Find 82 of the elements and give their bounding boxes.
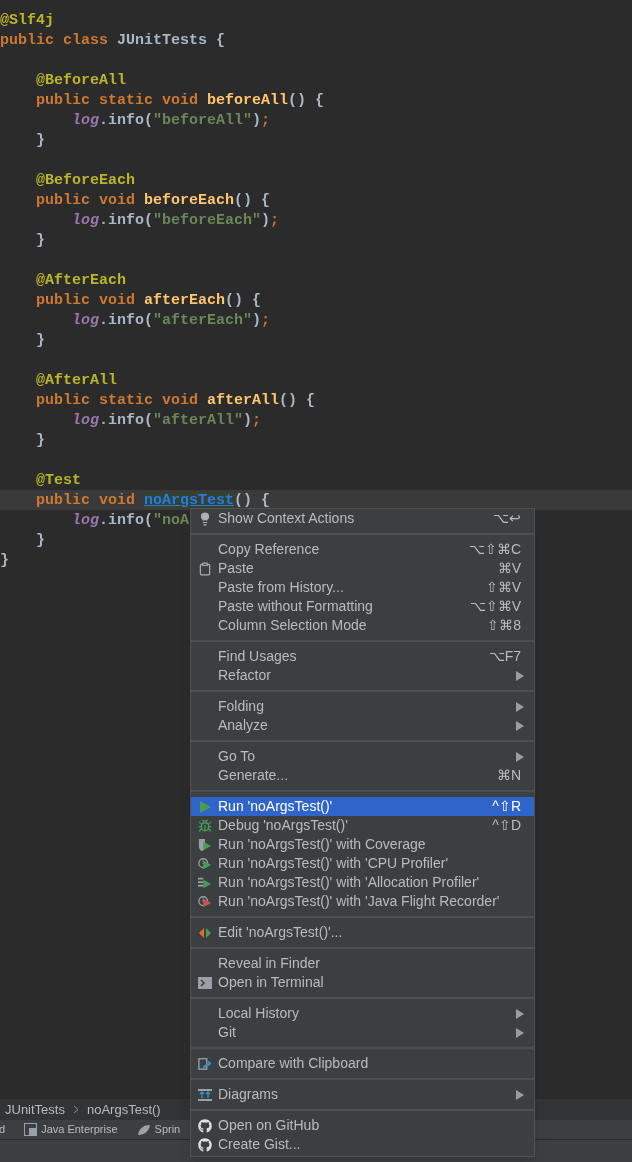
menu-item[interactable]: Folding (191, 697, 534, 716)
code-line: } (35, 533, 45, 547)
code-line: public static void afterAll() { (35, 393, 316, 407)
menu-item[interactable]: Open on GitHub (191, 1116, 534, 1135)
code-line: log.info("afterAll"); (71, 413, 262, 427)
menu-item[interactable]: Compare with Clipboard (191, 1054, 534, 1073)
diagram-icon (198, 1087, 212, 1102)
menu-item[interactable]: Show Context Actions ⌥↩ (191, 509, 534, 528)
code-line: } (0, 553, 9, 567)
menu-item[interactable]: Git (191, 1023, 534, 1042)
menu-item[interactable]: Generate... ⌘N (191, 766, 534, 785)
code-line: @Slf4j (0, 13, 54, 27)
code-line: log.info("noA (71, 513, 190, 527)
menu-item[interactable]: Go To (191, 747, 534, 766)
terminal-icon (198, 975, 212, 990)
menu-item[interactable]: Paste ⌘V (191, 559, 534, 578)
menu-item[interactable]: Create Gist... (191, 1135, 534, 1154)
shortcut-label: ⌥F7 (488, 647, 521, 666)
clipboard-icon (198, 561, 212, 576)
menu-item[interactable]: Find Usages ⌥F7 (191, 647, 534, 666)
menu-item[interactable]: Column Selection Mode ⇧⌘8 (191, 616, 534, 635)
code-line: public class JUnitTests { (0, 33, 226, 47)
play-icon (198, 799, 212, 814)
menu-item[interactable]: Run 'noArgsTest()' with 'Allocation Profiler' (191, 873, 534, 892)
menu-item[interactable]: Refactor (191, 666, 534, 685)
shield-play-icon (198, 837, 212, 852)
menu-item[interactable]: Open in Terminal (191, 973, 534, 992)
menu-item[interactable]: Run 'noArgsTest()' with Coverage (191, 835, 534, 854)
shortcut-label: ⌥⇧⌘C (468, 540, 521, 559)
tool-window-tab[interactable]: d (0, 1121, 6, 1138)
code-line: @BeforeEach (35, 173, 136, 187)
code-line: @AfterEach (35, 273, 127, 287)
shortcut-label: ⌘V (497, 559, 521, 578)
shortcut-label: ⌘N (496, 766, 521, 785)
clock-play-icon (198, 894, 212, 909)
shortcut-label: ^⇧R (492, 797, 521, 816)
menu-item[interactable]: Debug 'noArgsTest()' ^⇧D (191, 816, 534, 835)
bars-play-icon (198, 875, 212, 890)
menu-item[interactable]: Reveal in Finder (191, 954, 534, 973)
menu-item[interactable]: Paste without Formatting ⌥⇧⌘V (191, 597, 534, 616)
code-line: } (35, 433, 45, 447)
code-line: public void beforeEach() { (35, 193, 271, 207)
bug-icon (198, 818, 212, 833)
menu-item[interactable]: Copy Reference ⌥⇧⌘C (191, 540, 534, 559)
tool-window-tab[interactable]: Java Enterprise (24, 1121, 118, 1138)
menu-item[interactable]: Edit 'noArgsTest()'... (191, 923, 534, 942)
code-line: } (35, 233, 45, 247)
code-line: @AfterAll (35, 373, 118, 387)
menu-item[interactable]: Local History (191, 1004, 534, 1023)
code-line: public void afterEach() { (35, 293, 262, 307)
code-line: log.info("afterEach"); (71, 313, 271, 327)
github-icon (198, 1118, 212, 1133)
tool-window-tab[interactable]: Sprin (136, 1121, 181, 1138)
chevron-icon (72, 1105, 79, 1114)
breadcrumb-item[interactable]: JUnitTests (5, 1099, 65, 1120)
shortcut-label: ⇧⌘8 (487, 616, 521, 635)
diamond-icon (198, 925, 212, 940)
code-line: log.info("beforeEach"); (71, 213, 280, 227)
code-line: public void noArgsTest() { (35, 493, 271, 507)
github-icon (198, 1137, 212, 1152)
code-line: @BeforeAll (35, 73, 127, 87)
clipboard-arrows-icon (198, 1056, 212, 1071)
menu-item[interactable]: Paste from History... ⇧⌘V (191, 578, 534, 597)
leaf-icon (136, 1123, 151, 1136)
menu-item[interactable]: Run 'noArgsTest()' with 'CPU Profiler' (191, 854, 534, 873)
code-line: public static void beforeAll() { (35, 93, 325, 107)
shortcut-label: ⇧⌘V (485, 578, 521, 597)
shortcut-label: ^⇧D (492, 816, 521, 835)
clock-play-icon (198, 856, 212, 871)
shortcut-label: ⌥↩ (493, 509, 521, 528)
menu-item[interactable]: Run 'noArgsTest()' with 'Java Flight Recorder' (191, 892, 534, 911)
code-line: log.info("beforeAll"); (71, 113, 271, 127)
window-grid-icon (24, 1123, 38, 1136)
code-line: @Test (35, 473, 81, 487)
menu-item[interactable]: Diagrams (191, 1085, 534, 1104)
menu-item[interactable]: Analyze (191, 716, 534, 735)
breadcrumb-item[interactable]: noArgsTest() (86, 1099, 161, 1120)
shortcut-label: ⌥⇧⌘V (469, 597, 521, 616)
lightbulb-icon (198, 511, 212, 526)
menu-item[interactable]: Run 'noArgsTest()' ^⇧R (191, 797, 534, 816)
code-line: } (35, 333, 45, 347)
code-line: } (35, 133, 45, 147)
